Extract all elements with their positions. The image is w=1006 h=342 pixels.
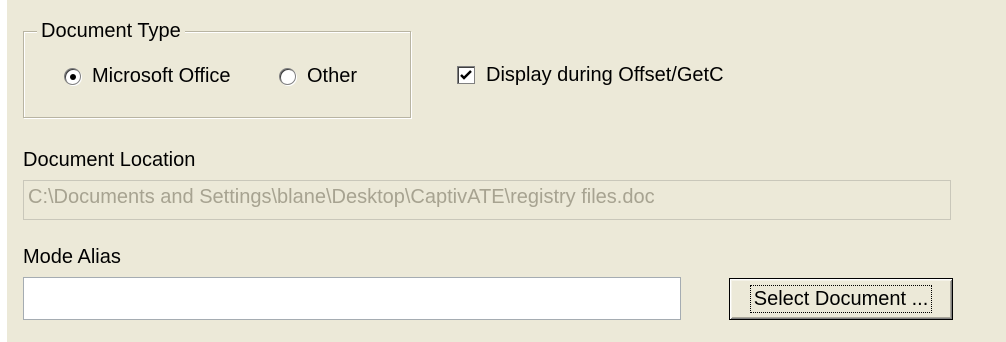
radio-microsoft-office[interactable]: Microsoft Office (64, 64, 231, 88)
radio-unselected-icon[interactable] (279, 67, 296, 85)
checkbox-checked-icon[interactable] (457, 66, 475, 84)
document-type-group: Document Type Microsoft Office Other (23, 18, 411, 118)
select-document-button-label[interactable]: Select Document ... (749, 285, 933, 313)
radio-microsoft-office-label[interactable]: Microsoft Office (92, 64, 231, 88)
dialog-panel: Document Type Microsoft Office Other Dis… (7, 0, 1006, 342)
mode-alias-label: Mode Alias (23, 246, 121, 268)
select-document-button[interactable]: Select Document ... (729, 278, 953, 320)
display-during-offset-label[interactable]: Display during Offset/GetC (486, 63, 724, 87)
radio-other-label[interactable]: Other (307, 64, 357, 88)
mode-alias-input[interactable] (23, 277, 681, 320)
display-during-offset-checkbox[interactable]: Display during Offset/GetC (457, 63, 724, 87)
document-type-title: Document Type (37, 18, 185, 44)
document-location-field: C:\Documents and Settings\blane\Desktop\… (23, 180, 951, 220)
document-location-label: Document Location (23, 149, 196, 171)
radio-selected-icon[interactable] (64, 67, 81, 85)
radio-other[interactable]: Other (279, 64, 357, 88)
